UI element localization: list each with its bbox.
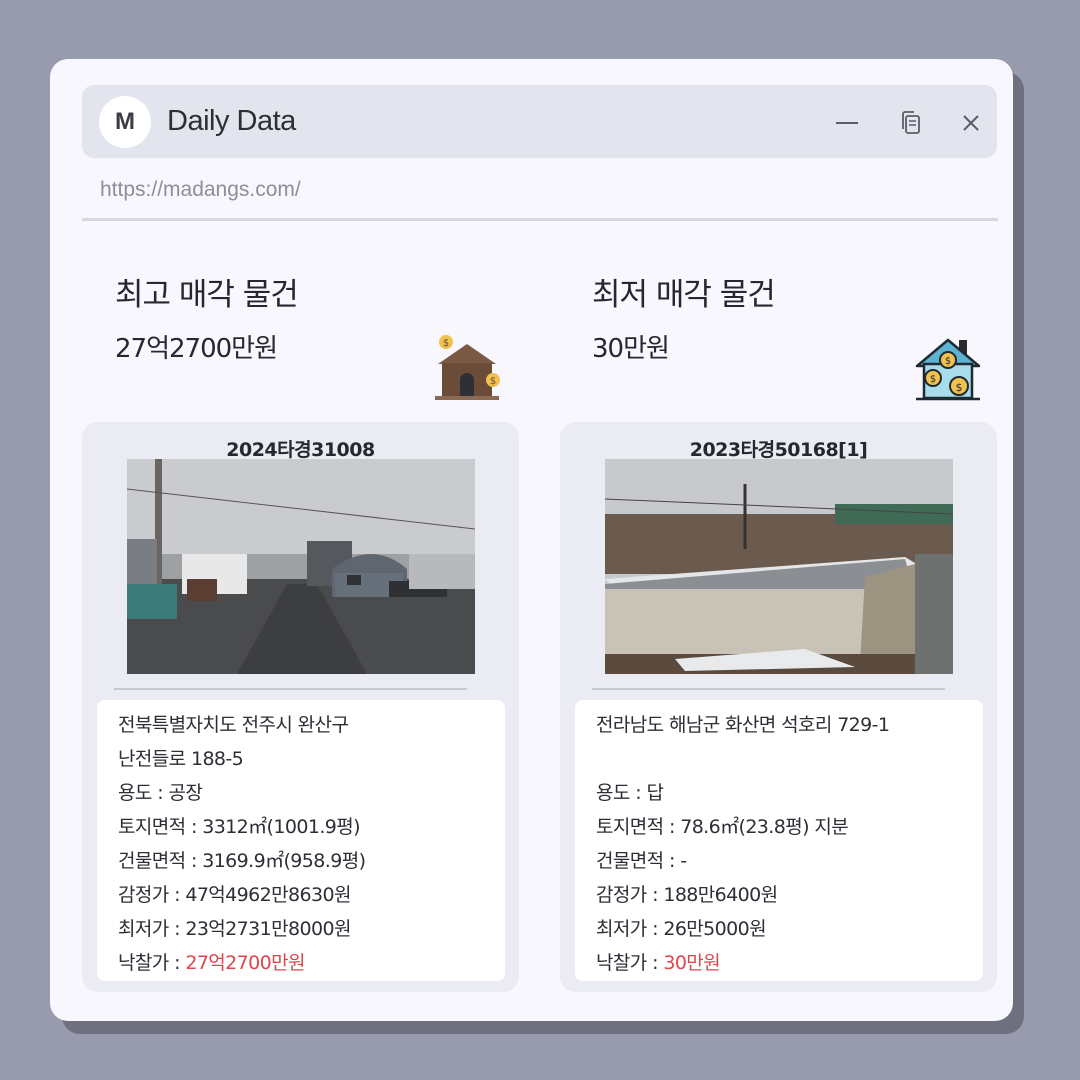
- address-line-2: 난전들로 188-5: [118, 748, 244, 770]
- land-area-label: 토지면적 :: [596, 816, 681, 838]
- house-money-icon: $ $ $: [913, 334, 983, 404]
- highest-sale-heading: 최고 매각 물건: [115, 277, 299, 313]
- minimum-price-row: 최저가 : 26만5000원: [596, 912, 983, 946]
- usage-row: 용도 : 공장: [118, 776, 505, 810]
- minimum-price-label: 최저가 :: [118, 918, 186, 940]
- usage-label: 용도 :: [118, 782, 169, 804]
- card-divider: [114, 688, 467, 690]
- winning-bid-row: 낙찰가 : 27억2700만원: [118, 946, 505, 980]
- header-divider: [82, 218, 998, 221]
- building-area-label: 건물면적 :: [118, 850, 203, 872]
- minimize-icon[interactable]: [833, 109, 861, 137]
- appraisal-label: 감정가 :: [118, 884, 186, 906]
- lowest-sale-header: 최저 매각 물건 30만원: [592, 269, 776, 365]
- property-info: 전라남도 해남군 화산면 석호리 729-1 용도 : 답 토지면적 : 78.…: [575, 700, 983, 981]
- highest-sale-card[interactable]: 2024타경31008 전북특별자치도 전주시 완산구 난전들로 188-5 용…: [82, 422, 519, 992]
- svg-text:$: $: [443, 338, 449, 349]
- url-text[interactable]: https://madangs.com/: [100, 178, 301, 202]
- land-area-row: 토지면적 : 78.6㎡(23.8평) 지분: [596, 810, 983, 844]
- appraisal-value: 188만6400원: [663, 884, 778, 906]
- usage-label: 용도 :: [596, 782, 647, 804]
- building-area-label: 건물면적 :: [596, 850, 681, 872]
- building-area-row: 건물면적 : 3169.9㎡(958.9평): [118, 844, 505, 878]
- address-line-1: 전북특별자치도 전주시 완산구: [118, 714, 349, 736]
- winning-bid-value: 27억2700만원: [185, 952, 305, 974]
- lowest-sale-heading: 최저 매각 물건: [592, 277, 776, 313]
- property-info: 전북특별자치도 전주시 완산구 난전들로 188-5 용도 : 공장 토지면적 …: [97, 700, 505, 981]
- house-with-coins-icon: $ $: [432, 334, 502, 404]
- minimum-price-value: 23억2731만8000원: [185, 918, 351, 940]
- lowest-sale-price: 30만원: [592, 334, 670, 364]
- appraisal-row: 감정가 : 47억4962만8630원: [118, 878, 505, 912]
- highest-sale-price: 27억2700만원: [115, 334, 278, 364]
- building-area-value: -: [680, 850, 687, 872]
- app-window: M Daily Data https://madangs.com/ 최고 매각 …: [50, 59, 1013, 1021]
- svg-text:$: $: [956, 381, 963, 394]
- land-area-value: 3312㎡(1001.9평): [202, 816, 360, 838]
- card-divider: [592, 688, 945, 690]
- building-area-value: 3169.9㎡(958.9평): [202, 850, 366, 872]
- svg-text:$: $: [490, 376, 496, 387]
- minimum-price-row: 최저가 : 23억2731만8000원: [118, 912, 505, 946]
- land-area-row: 토지면적 : 3312㎡(1001.9평): [118, 810, 505, 844]
- land-area-label: 토지면적 :: [118, 816, 203, 838]
- highest-sale-header: 최고 매각 물건 27억2700만원: [115, 269, 299, 365]
- winning-bid-label: 낙찰가 :: [118, 952, 186, 974]
- lowest-sale-card[interactable]: 2023타경50168[1] 전라남도 해남군 화산면 석호리 729-1 용도…: [560, 422, 997, 992]
- minimum-price-value: 26만5000원: [663, 918, 767, 940]
- minimum-price-label: 최저가 :: [596, 918, 664, 940]
- usage-row: 용도 : 답: [596, 776, 983, 810]
- winning-bid-row: 낙찰가 : 30만원: [596, 946, 983, 980]
- winning-bid-label: 낙찰가 :: [596, 952, 664, 974]
- building-area-row: 건물면적 : -: [596, 844, 983, 878]
- land-area-value: 78.6㎡(23.8평) 지분: [680, 816, 849, 838]
- winning-bid-value: 30만원: [663, 952, 721, 974]
- copy-icon[interactable]: [897, 109, 925, 137]
- case-number[interactable]: 2023타경50168[1]: [560, 435, 997, 462]
- app-logo: M: [99, 96, 151, 148]
- title-bar: M Daily Data: [82, 85, 997, 158]
- svg-text:$: $: [945, 356, 951, 367]
- svg-text:$: $: [930, 374, 936, 385]
- appraisal-label: 감정가 :: [596, 884, 664, 906]
- appraisal-row: 감정가 : 188만6400원: [596, 878, 983, 912]
- usage-value: 공장: [168, 782, 203, 804]
- app-title: Daily Data: [167, 105, 296, 137]
- usage-value: 답: [646, 782, 664, 804]
- appraisal-value: 47억4962만8630원: [185, 884, 351, 906]
- close-icon[interactable]: [957, 109, 985, 137]
- property-photo: [605, 459, 953, 674]
- address-line-1: 전라남도 해남군 화산면 석호리 729-1: [596, 714, 890, 736]
- property-photo: [127, 459, 475, 674]
- address-spacer: [596, 742, 983, 776]
- case-number[interactable]: 2024타경31008: [82, 435, 519, 462]
